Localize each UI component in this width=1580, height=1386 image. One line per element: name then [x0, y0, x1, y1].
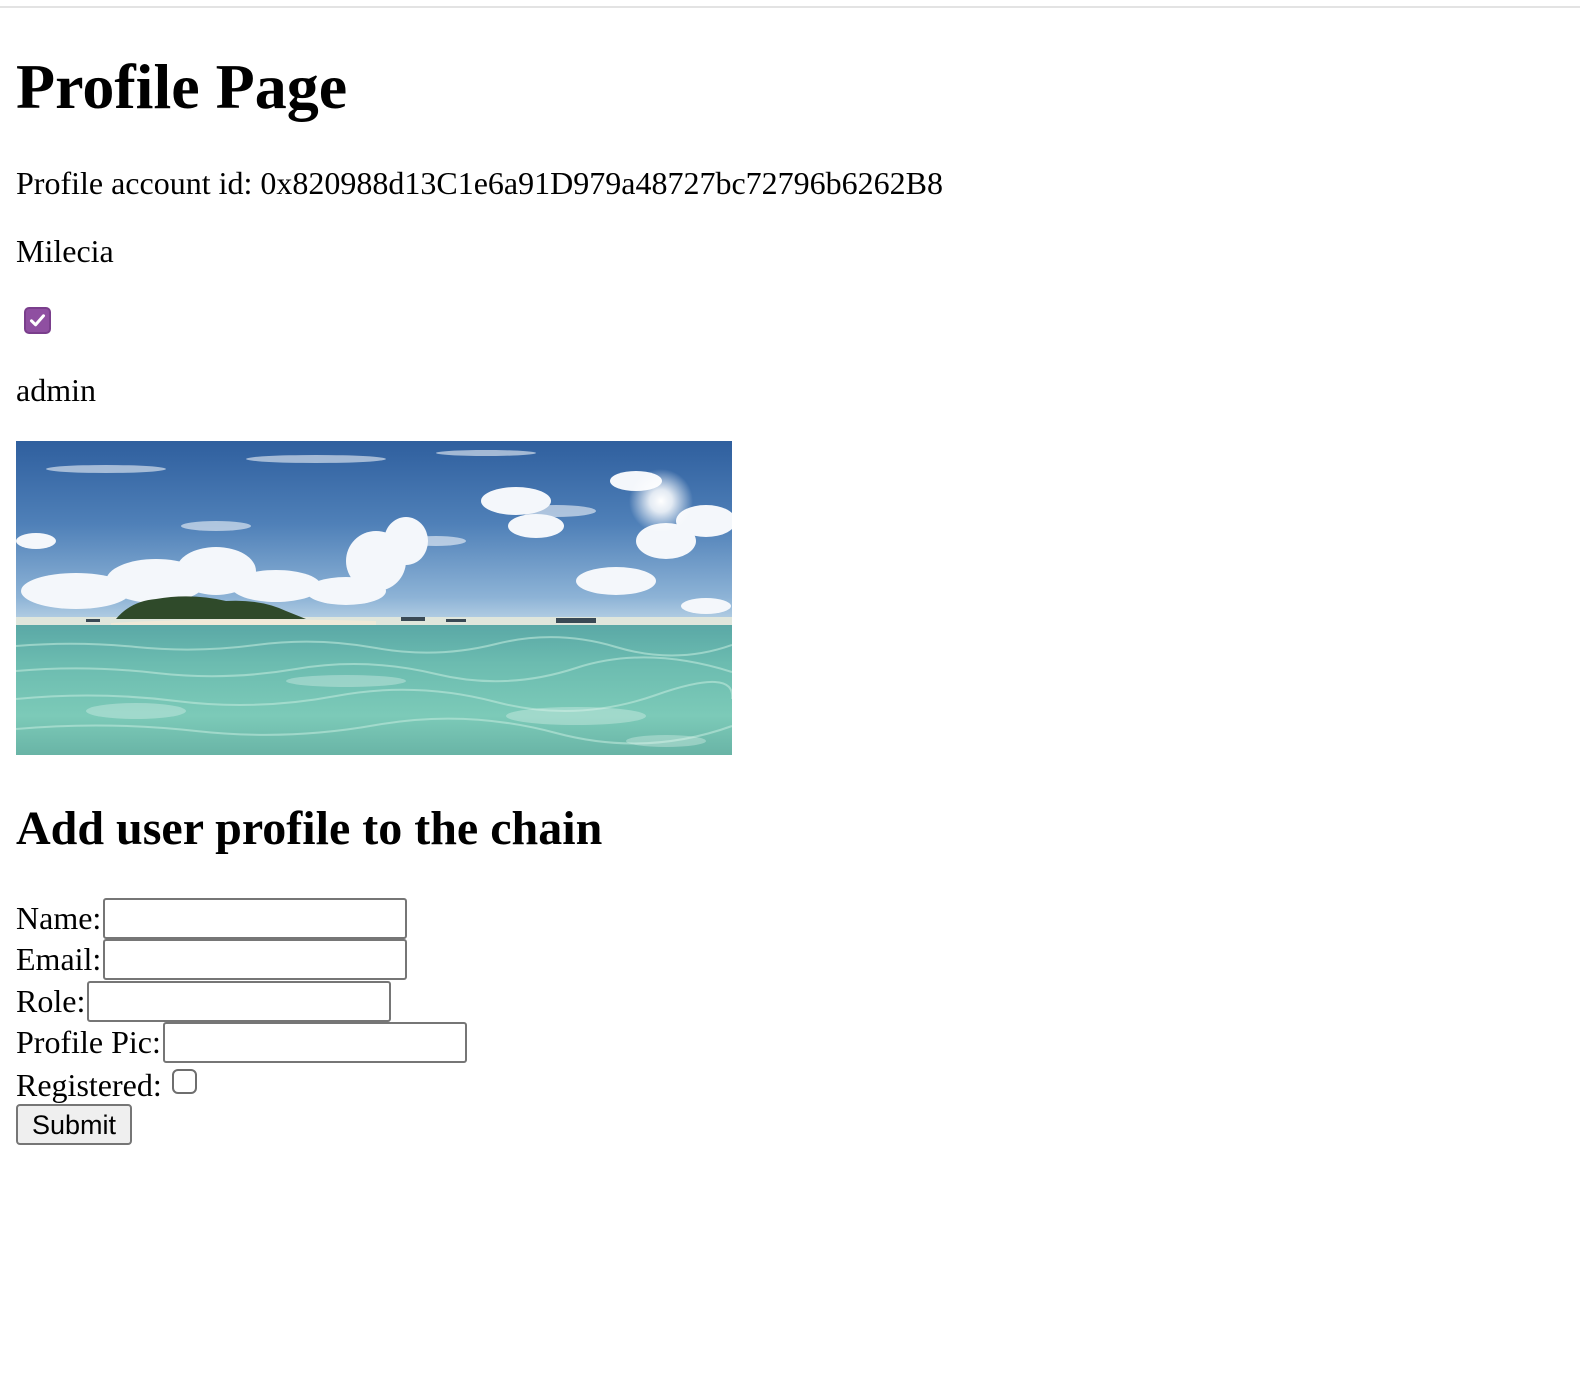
profile-name: Milecia [16, 233, 114, 269]
name-row: Name: [16, 897, 408, 939]
registered-label: Registered: [16, 1067, 162, 1103]
profile-role: admin [16, 372, 96, 408]
profile-pic-row: Profile Pic: [16, 1021, 467, 1063]
account-id-value: 0x820988d13C1e6a91D979a48727bc72796b6262… [260, 165, 943, 201]
email-label: Email: [16, 941, 102, 977]
profile-picture [16, 441, 732, 755]
email-row: Email: [16, 938, 408, 980]
registered-row: Registered: [16, 1064, 197, 1106]
submit-button[interactable]: Submit [16, 1104, 132, 1145]
registered-checkbox[interactable] [171, 1068, 197, 1094]
role-input[interactable] [87, 980, 392, 1022]
add-profile-heading: Add user profile to the chain [16, 802, 603, 855]
role-row: Role: [16, 980, 392, 1022]
checkmark-icon [30, 314, 45, 327]
profile-pic-input[interactable] [162, 1021, 467, 1063]
name-input[interactable] [103, 897, 408, 939]
page-title: Profile Page [16, 51, 348, 122]
window-top-divider [0, 6, 1580, 8]
account-id-label: Profile account id: [16, 165, 261, 201]
registered-status-checkbox[interactable] [24, 307, 51, 334]
profile-pic-label: Profile Pic: [16, 1024, 161, 1060]
role-label: Role: [16, 983, 86, 1019]
account-id-line: Profile account id: 0x820988d13C1e6a91D9… [16, 163, 943, 203]
name-label: Name: [16, 900, 102, 936]
email-input[interactable] [103, 938, 408, 980]
